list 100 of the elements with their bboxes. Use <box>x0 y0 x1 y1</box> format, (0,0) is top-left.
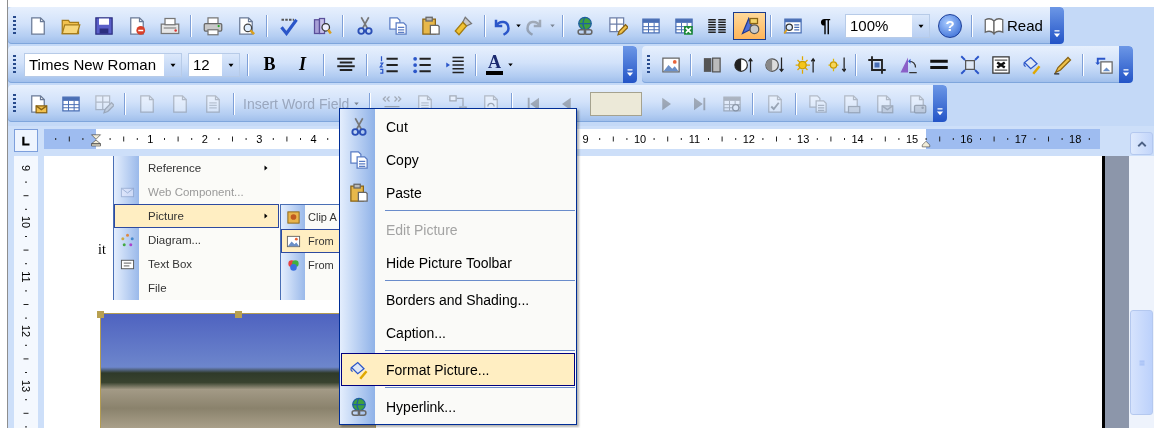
menu-item[interactable]: Picture <box>114 204 279 228</box>
spreadsheet-icon <box>673 15 694 36</box>
globe-chain-icon <box>349 396 369 417</box>
menu-item[interactable]: Paste <box>341 176 575 209</box>
grayscale-icon <box>701 54 722 75</box>
pen-icon <box>1052 54 1073 75</box>
more-brightness-icon <box>794 54 815 75</box>
caret-icon <box>506 60 515 69</box>
toolbar-button[interactable] <box>733 11 766 40</box>
scroll-thumb[interactable] <box>1130 310 1153 415</box>
chevron-icon <box>1121 68 1131 78</box>
scissors-icon <box>349 116 369 137</box>
ruler-number: 16 <box>960 132 973 146</box>
submenu-arrow-icon <box>262 212 270 220</box>
menu-item[interactable]: Caption... <box>341 316 575 349</box>
copy-icon <box>807 93 828 114</box>
document-map-icon <box>782 15 803 36</box>
submenu-arrow-icon <box>262 164 270 172</box>
menu-item[interactable]: Borders and Shading... <box>341 283 575 316</box>
numbered-list-icon <box>378 54 399 75</box>
bulleted-list-icon <box>411 54 432 75</box>
menu-item[interactable]: File <box>114 276 279 300</box>
toolbar-options-button[interactable] <box>1049 7 1064 44</box>
font-size-field[interactable]: 12 <box>188 52 240 77</box>
paintbrush-icon <box>453 15 474 36</box>
ruler-number: 11 <box>19 271 33 283</box>
copy-icon <box>387 15 408 36</box>
menu-item[interactable]: Clip A <box>281 205 339 229</box>
open-book-icon <box>984 15 1004 36</box>
clipboard-icon <box>349 182 369 203</box>
table-icon <box>640 15 661 36</box>
toolbar-options-button[interactable] <box>623 46 637 83</box>
ruler-number: 9 <box>19 164 33 172</box>
table-pencil-icon <box>607 15 628 36</box>
ruler-number: 10 <box>19 216 33 229</box>
menu-item[interactable]: Hide Picture Toolbar <box>341 246 575 279</box>
ruler-number: 13 <box>797 132 810 146</box>
books-magnifier-icon <box>311 15 332 36</box>
ruler-number: 2 <box>201 132 208 146</box>
find-entry-icon <box>721 93 742 114</box>
menu-item[interactable]: Text Box <box>114 252 279 276</box>
document-text: it <box>98 242 107 258</box>
toolbar-grip[interactable] <box>647 54 650 75</box>
toolbar-grip[interactable] <box>13 54 16 75</box>
ruler-number: 18 <box>1069 132 1082 146</box>
ruler-number: 9 <box>582 132 589 146</box>
menu-item[interactable]: Diagram... <box>114 228 279 252</box>
toolbar-grip[interactable] <box>13 93 16 114</box>
clip-art-icon <box>286 209 301 225</box>
bold-button[interactable]: B <box>253 50 286 79</box>
text-wrapping-icon <box>990 54 1011 75</box>
increase-indent-icon <box>444 54 465 75</box>
ruler-number: 17 <box>1014 132 1027 146</box>
caret-icon <box>514 21 523 30</box>
zoom-field[interactable]: 100% <box>845 13 930 38</box>
font-color-button[interactable]: A <box>481 50 520 79</box>
compress-icon <box>959 54 980 75</box>
selection-handle[interactable] <box>97 311 104 318</box>
clipboard-icon <box>420 15 441 36</box>
menu-item[interactable]: Cut <box>341 110 575 143</box>
caret-icon <box>548 21 557 30</box>
menu-item[interactable]: Reference <box>114 156 279 180</box>
menu-item[interactable]: Hyperlink... <box>341 390 575 423</box>
picture-icon <box>660 54 681 75</box>
copy-icon <box>349 149 369 170</box>
selection-handle[interactable] <box>235 311 242 318</box>
menu-item[interactable]: From <box>281 229 339 253</box>
toolbar-options-button[interactable] <box>1119 46 1133 83</box>
paint-bucket-icon <box>1021 54 1042 75</box>
dot-ring-icon <box>120 232 135 248</box>
chevron-icon <box>625 68 635 78</box>
chevron-icon <box>935 107 946 117</box>
table-pencil-icon <box>93 93 114 114</box>
toolbar-options-button[interactable] <box>933 85 948 122</box>
ruler-number: 1 <box>147 132 154 146</box>
ruler-number: 4 <box>310 132 317 146</box>
menu-item[interactable]: Format Picture... <box>341 353 575 386</box>
read-button[interactable]: Read <box>977 11 1050 40</box>
ruler-number: 14 <box>851 132 864 146</box>
paint-bucket-icon <box>349 359 369 380</box>
italic-button[interactable]: I <box>286 50 319 79</box>
ruler-number: 3 <box>256 132 263 146</box>
fax-machine-icon <box>159 15 180 36</box>
scroll-up-button[interactable] <box>1130 132 1153 155</box>
picture-icon <box>286 233 301 249</box>
ruler-number: 13 <box>19 379 33 392</box>
ruler-number: 11 <box>688 132 701 146</box>
shapes-icon <box>739 15 760 36</box>
toolbar-grip[interactable] <box>13 15 16 36</box>
menu-item[interactable]: From <box>281 253 339 277</box>
ruler-number: 15 <box>905 132 919 146</box>
font-name-field[interactable]: Times New Roman <box>24 52 182 77</box>
menu-item[interactable]: Copy <box>341 143 575 176</box>
tab-stop-button[interactable] <box>14 129 38 152</box>
globe-chain-icon <box>574 15 595 36</box>
crop-icon <box>866 54 887 75</box>
show-formatting-button[interactable]: ¶ <box>809 11 842 40</box>
right-indent-marker-icon[interactable] <box>920 140 932 150</box>
printer-icon <box>202 15 223 36</box>
data-table-icon <box>60 93 81 114</box>
